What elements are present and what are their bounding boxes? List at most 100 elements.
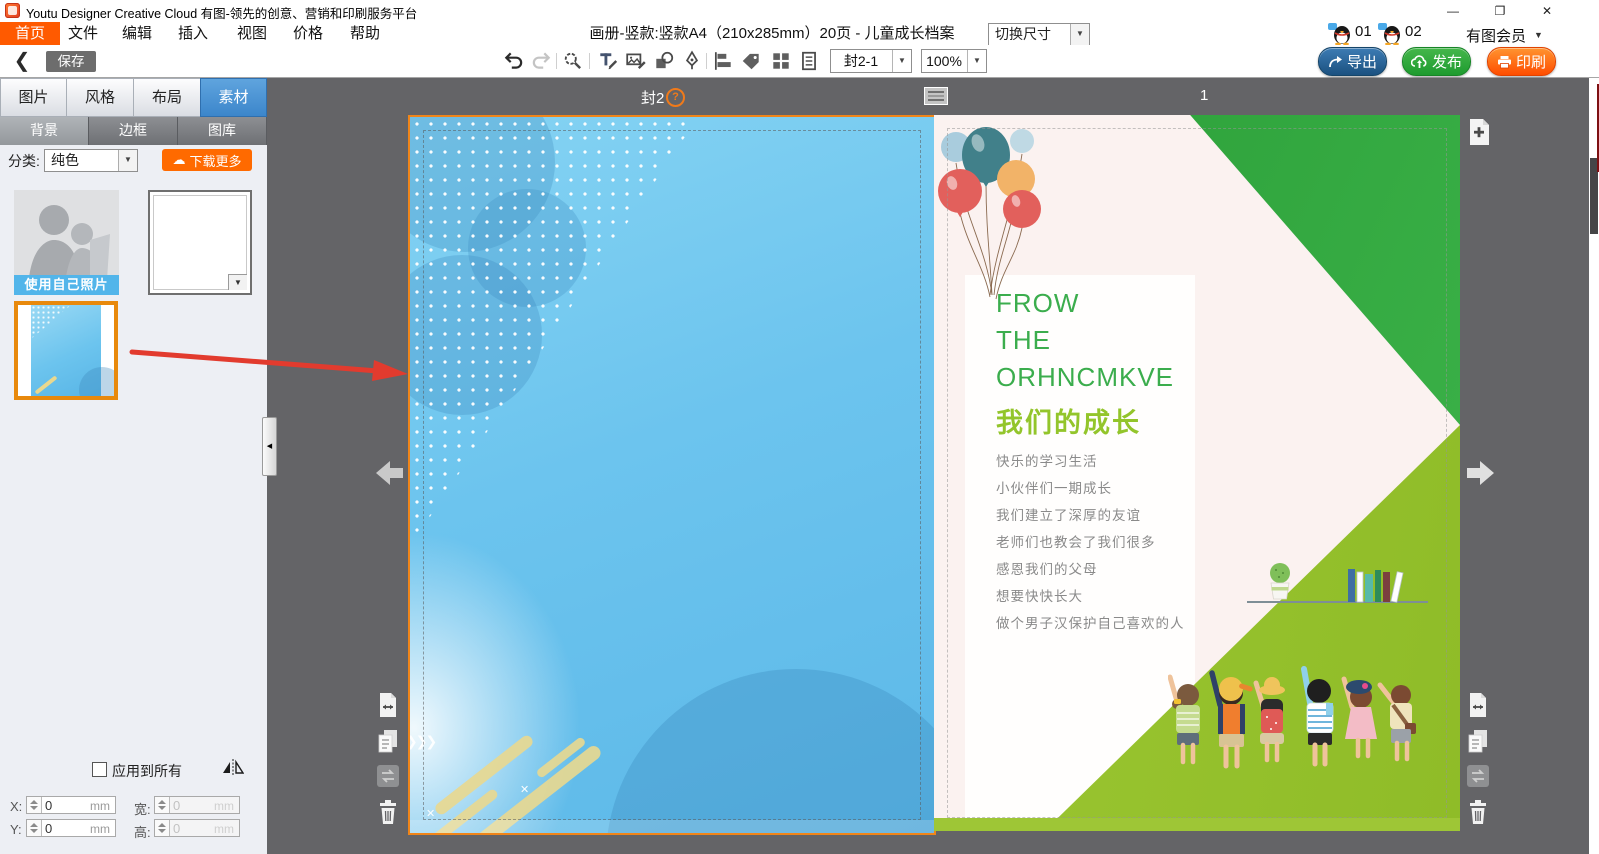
x-spinner[interactable] — [27, 797, 42, 813]
thumbnail-blue-background-selected[interactable] — [14, 301, 118, 400]
app-window: Youtu Designer Creative Cloud 有图-领先的创意、营… — [0, 0, 1599, 854]
undo-icon[interactable] — [503, 50, 525, 72]
save-button[interactable]: 保存 — [46, 51, 96, 72]
menu-item-view[interactable]: 视图 — [223, 22, 281, 45]
print-label: 印刷 — [1516, 51, 1546, 72]
width-spinner[interactable] — [155, 797, 170, 813]
spread-view-icon[interactable] — [924, 87, 948, 105]
streak-decoration — [35, 375, 58, 394]
prev-spread-arrow[interactable] — [376, 459, 404, 487]
use-own-photo-label: 使用自己照片 — [14, 275, 119, 295]
tag-tool-icon[interactable] — [740, 50, 762, 72]
publish-button[interactable]: 发布 — [1402, 47, 1471, 76]
copy-page-icon[interactable] — [1466, 728, 1490, 754]
publish-label: 发布 — [1432, 51, 1462, 72]
next-spread-arrow[interactable] — [1466, 459, 1494, 487]
thumbnail-use-own-photo[interactable]: 使用自己照片 — [14, 190, 119, 295]
add-page-icon[interactable] — [1466, 118, 1492, 146]
close-button[interactable]: ✕ — [1524, 0, 1570, 22]
light-glow-decoration — [408, 497, 610, 835]
zoom-level-dropdown[interactable]: 100% ▼ — [921, 49, 987, 73]
menu-item-price[interactable]: 价格 — [279, 22, 337, 45]
caret-down-icon: ▼ — [967, 50, 986, 72]
swap-page-icon-disabled[interactable] — [376, 763, 400, 789]
left-page-canvas[interactable]: ✕ ✕ ❯❯❯ — [408, 115, 936, 835]
qq-contact-2[interactable]: 02 — [1405, 23, 1422, 40]
height-unit: mm — [214, 822, 234, 836]
export-button[interactable]: 导出 — [1318, 47, 1387, 76]
qq-penguin-icon[interactable] — [1378, 23, 1402, 45]
tab-pictures[interactable]: 图片 — [0, 78, 67, 117]
page-list-icon[interactable] — [798, 50, 820, 72]
tab-layouts[interactable]: 布局 — [133, 78, 201, 117]
pen-tool-icon[interactable] — [681, 50, 703, 72]
caret-down-icon: ▼ — [1070, 24, 1089, 45]
flip-mirror-icon[interactable] — [222, 758, 244, 776]
cover-subtitle[interactable]: 我们的成长 — [996, 401, 1141, 440]
qq-contact-1[interactable]: 01 — [1355, 23, 1372, 40]
menu-item-insert[interactable]: 插入 — [164, 22, 222, 45]
subtab-backgrounds[interactable]: 背景 — [0, 117, 89, 145]
tab-styles[interactable]: 风格 — [66, 78, 134, 117]
shape-tool-icon[interactable] — [653, 50, 675, 72]
body-line: 老师们也教会了我们很多 — [996, 529, 1185, 556]
delete-page-icon[interactable] — [376, 799, 400, 825]
height-input[interactable]: 0 mm — [154, 819, 240, 837]
menu-item-edit[interactable]: 编辑 — [108, 22, 166, 45]
grid-view-icon[interactable] — [770, 50, 792, 72]
text-edit-icon[interactable] — [597, 50, 619, 72]
height-spinner[interactable] — [155, 820, 170, 836]
menu-item-file[interactable]: 文件 — [54, 22, 112, 45]
cover-title-line1: FROW — [996, 285, 1174, 322]
y-coordinate-input[interactable]: 0 mm — [26, 819, 116, 837]
cloud-icon: ☁ — [172, 152, 185, 168]
qq-penguin-icon[interactable] — [1328, 23, 1352, 45]
maximize-button[interactable]: ❐ — [1477, 0, 1523, 22]
bleed-strip — [934, 818, 1460, 831]
body-line: 小伙伴们一期成长 — [996, 475, 1185, 502]
minimize-button[interactable]: — — [1430, 0, 1476, 22]
redo-icon[interactable] — [530, 50, 552, 72]
thumbnail-blank-background[interactable]: ▼ — [148, 190, 252, 295]
width-label: 宽: — [134, 799, 151, 818]
books-illustration — [1346, 565, 1436, 603]
download-more-button[interactable]: ☁ 下载更多 — [162, 149, 252, 171]
resize-page-icon[interactable] — [376, 692, 400, 718]
align-icon[interactable] — [712, 50, 734, 72]
help-icon[interactable]: ? — [666, 88, 685, 107]
width-input[interactable]: 0 mm — [154, 796, 240, 814]
subtab-borders[interactable]: 边框 — [89, 117, 178, 145]
body-line: 感恩我们的父母 — [996, 556, 1185, 583]
back-button[interactable]: ❮ — [10, 48, 34, 74]
y-spinner[interactable] — [27, 820, 42, 836]
member-dropdown[interactable]: 有图会员 — [1466, 25, 1526, 46]
apply-to-all-checkbox[interactable] — [92, 762, 107, 777]
x-coordinate-input[interactable]: 0 mm — [26, 796, 116, 814]
subtab-gallery[interactable]: 图库 — [178, 117, 267, 145]
circle-decoration — [606, 669, 936, 835]
body-line: 做个男子汉保护自己喜欢的人 — [996, 610, 1185, 637]
cover-title[interactable]: FROW THE ORHNCMKVE — [996, 285, 1174, 396]
thumbnail-options-caret[interactable]: ▼ — [228, 274, 247, 290]
page-selector-dropdown[interactable]: 封2-1 ▼ — [830, 49, 912, 73]
resize-page-icon[interactable] — [1466, 692, 1490, 718]
cover-body-text[interactable]: 快乐的学习生活 小伙伴们一期成长 我们建立了深厚的友谊 老师们也教会了我们很多 … — [996, 448, 1185, 637]
swap-page-icon-disabled[interactable] — [1466, 763, 1490, 789]
category-dropdown[interactable]: 纯色 ▼ — [44, 149, 138, 172]
caret-down-icon[interactable]: ▼ — [1534, 30, 1543, 40]
copy-page-icon[interactable] — [376, 728, 400, 754]
delete-page-icon[interactable] — [1466, 799, 1490, 825]
editor-toolbar: ❮ 保存 — [0, 45, 1599, 78]
menu-item-home[interactable]: 首页 — [0, 22, 60, 45]
switch-size-dropdown[interactable]: 切换尺寸 ▼ — [988, 23, 1090, 46]
image-edit-icon[interactable] — [625, 50, 647, 72]
sidebar-collapse-handle[interactable]: ◀ — [262, 417, 277, 476]
menu-item-help[interactable]: 帮助 — [336, 22, 394, 45]
zoom-select-icon[interactable] — [562, 50, 584, 72]
blue-background-preview — [31, 305, 101, 396]
tab-materials[interactable]: 素材 — [200, 78, 267, 117]
balloons-illustration — [934, 117, 1046, 307]
right-page-label: 1 — [1200, 87, 1208, 104]
right-page-canvas[interactable]: FROW THE ORHNCMKVE 我们的成长 快乐的学习生活 小伙伴们一期成… — [934, 115, 1460, 831]
print-button[interactable]: 印刷 — [1487, 47, 1556, 76]
